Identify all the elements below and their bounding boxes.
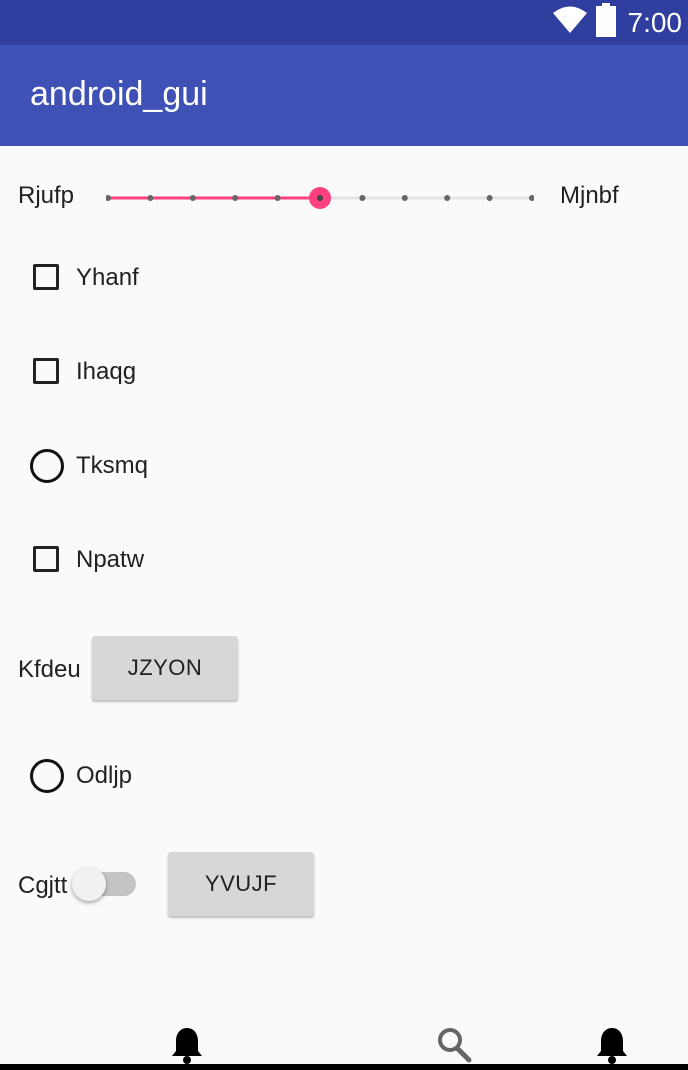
slider-tick (274, 195, 281, 201)
search-icon[interactable] (436, 1026, 472, 1069)
option-row-yhanf[interactable]: Yhanf (0, 256, 688, 300)
slider-tick (106, 195, 111, 201)
slider-tick (189, 195, 196, 201)
app-title: android_gui (30, 75, 208, 113)
slider-left-label: Rjufp (18, 182, 75, 209)
content: Rjufp Mjnbf Yhanf Ihaqg Tksmq Npatw Kfde… (0, 146, 688, 1026)
radio-tksmq[interactable] (30, 449, 64, 483)
status-bar: 7:00 (0, 0, 688, 45)
option-row-tksmq[interactable]: Tksmq (0, 444, 688, 488)
slider-right-label: Mjnbf (560, 182, 619, 209)
slider-thumb-tick (317, 195, 323, 201)
discrete-slider[interactable] (106, 176, 534, 220)
checkbox-label: Ihaqg (76, 358, 137, 385)
app-bar: android_gui (0, 45, 688, 146)
slider-tick (232, 195, 239, 201)
slider-row: Rjufp Mjnbf (0, 176, 688, 220)
bell-icon[interactable] (595, 1026, 629, 1069)
slider-tick (147, 195, 154, 201)
slider-tick (486, 195, 493, 201)
option-row-npatw[interactable]: Npatw (0, 538, 688, 582)
option-row-odljp[interactable]: Odljp (0, 754, 688, 798)
checkbox-ihaqg[interactable] (33, 358, 59, 384)
option-row-ihaqg[interactable]: Ihaqg (0, 350, 688, 394)
status-icons: 7:00 (552, 0, 683, 45)
radio-label: Odljp (76, 762, 133, 789)
kfdeu-label: Kfdeu (18, 656, 81, 683)
yvujf-button[interactable]: YVUJF (168, 852, 314, 916)
radio-label: Tksmq (76, 452, 148, 479)
switch-row-cgjtt: Cgjtt YVUJF (0, 850, 688, 918)
cgjtt-label: Cgjtt (18, 872, 68, 899)
checkbox-label: Yhanf (76, 264, 139, 291)
bottom-nav (0, 1020, 688, 1066)
slider-tick (359, 195, 366, 201)
checkbox-npatw[interactable] (33, 546, 59, 572)
jzyon-button[interactable]: JZYON (92, 636, 238, 700)
wifi-icon (552, 6, 588, 39)
status-time: 7:00 (627, 6, 683, 38)
slider-tick (529, 195, 534, 201)
checkbox-yhanf[interactable] (33, 264, 59, 290)
checkbox-label: Npatw (76, 546, 145, 573)
slider-tick (401, 195, 408, 201)
cgjtt-switch[interactable] (72, 866, 138, 902)
radio-odljp[interactable] (30, 759, 64, 793)
slider-tick (444, 195, 451, 201)
bottom-divider (0, 1064, 688, 1070)
bell-icon[interactable] (170, 1026, 204, 1069)
button-row-kfdeu: Kfdeu JZYON (0, 634, 688, 702)
battery-icon (595, 3, 616, 42)
switch-thumb (72, 867, 106, 901)
